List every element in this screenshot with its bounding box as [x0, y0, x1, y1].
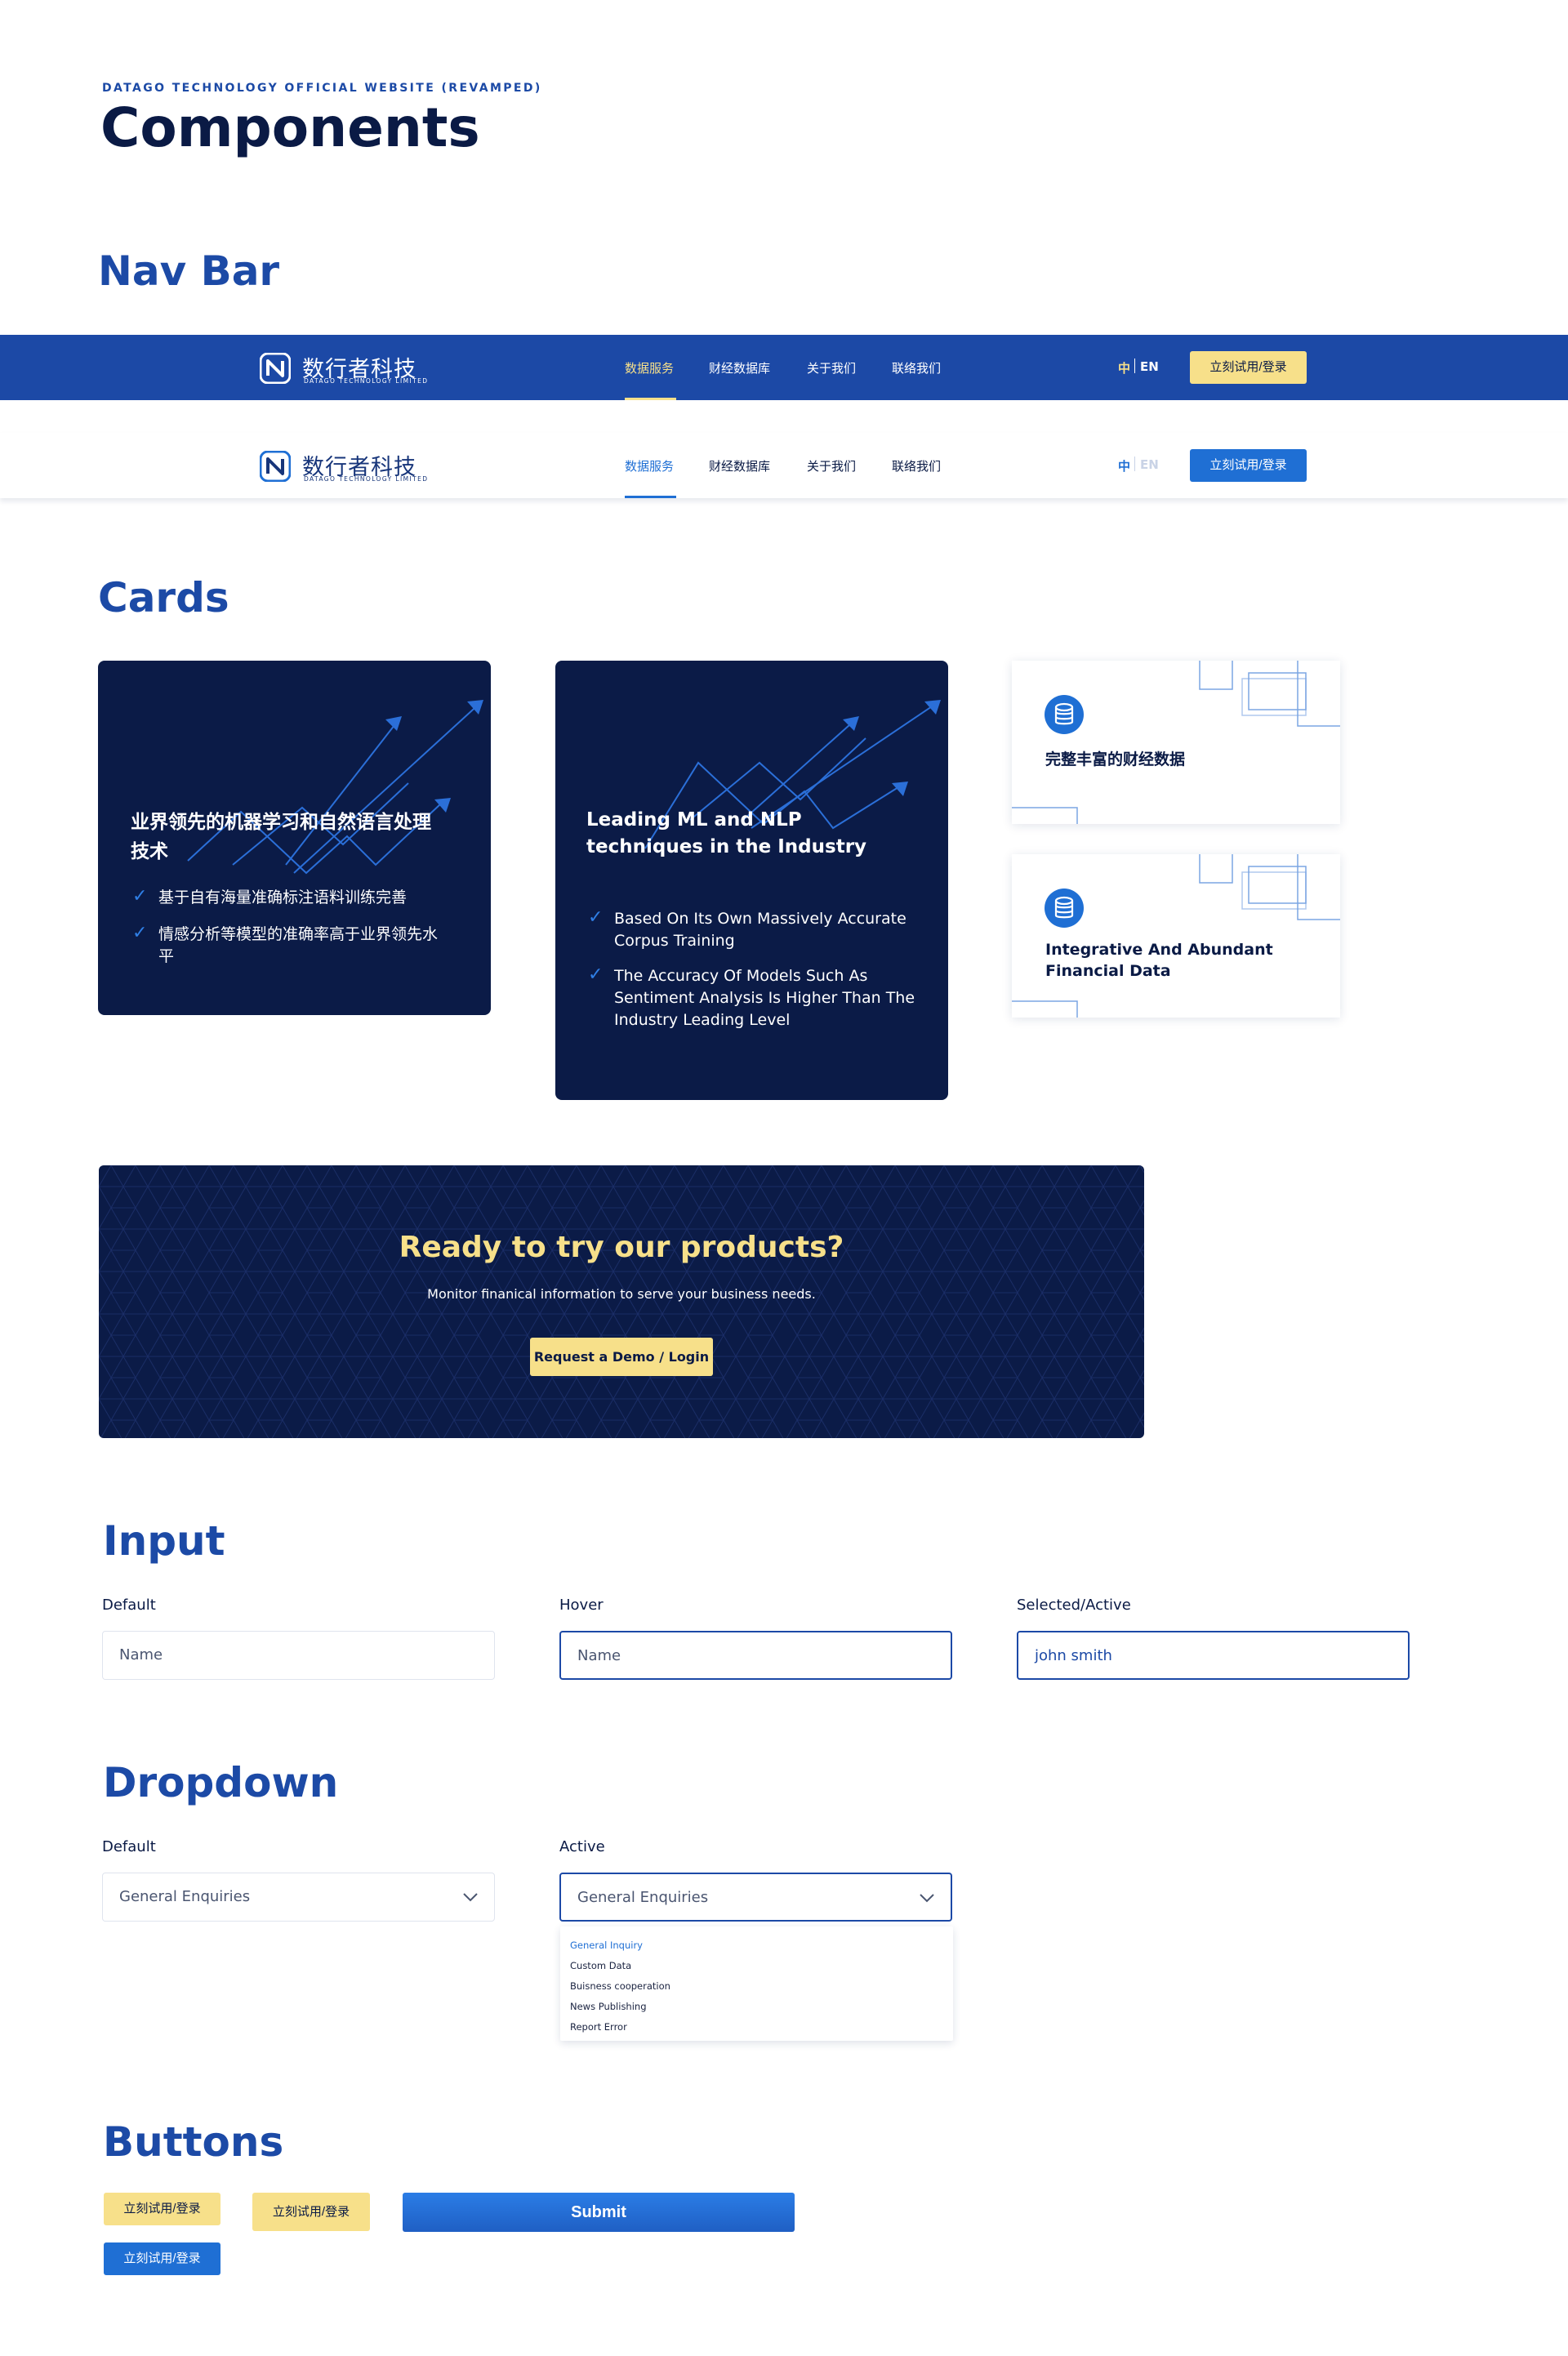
card-bullet-2-line2: Sentiment Analysis Is Higher Than The — [614, 989, 915, 1007]
database-icon — [1045, 889, 1084, 928]
lang-en[interactable]: EN — [1140, 359, 1159, 374]
nav-bar-dark: 数行者科技 DATAGO TECHNOLOGY LIMITED 数据服务 财经数… — [0, 335, 1568, 400]
section-title-dropdown: Dropdown — [103, 1759, 339, 1806]
circuit-lines-graphic — [1012, 661, 1340, 824]
lang-en[interactable]: EN — [1140, 457, 1159, 472]
page-eyebrow: DATAGO TECHNOLOGY OFFICIAL WEBSITE (REVA… — [102, 82, 542, 95]
cta-button-blue[interactable]: 立刻试用/登录 — [104, 2242, 220, 2275]
nav-item-data-services[interactable]: 数据服务 — [625, 457, 674, 474]
card-bullet-2-line3: Industry Leading Level — [614, 1011, 791, 1029]
logo-text-en: DATAGO TECHNOLOGY LIMITED — [304, 475, 429, 483]
logo-mark-icon — [260, 353, 291, 384]
check-icon: ✓ — [588, 964, 604, 985]
section-title-input: Input — [103, 1517, 225, 1565]
database-icon — [1045, 695, 1084, 734]
name-input-hover[interactable]: Name — [559, 1631, 952, 1680]
card-bullet-2-line2: 平 — [158, 947, 175, 965]
nav-item-contact-us[interactable]: 联络我们 — [892, 359, 941, 376]
banner-title: Ready to try our products? — [399, 1231, 844, 1264]
feature-card-dark-en: Leading ML and NLP techniques in the Ind… — [555, 661, 948, 1100]
logo[interactable]: 数行者科技 DATAGO TECHNOLOGY LIMITED — [260, 449, 448, 483]
nav-bar-light: 数行者科技 DATAGO TECHNOLOGY LIMITED 数据服务 财经数… — [0, 433, 1568, 498]
card-bullet-1-line1: Based On Its Own Massively Accurate — [614, 910, 906, 928]
enquiry-dropdown-default[interactable]: General Enquiries — [102, 1873, 495, 1922]
request-demo-button[interactable]: Request a Demo / Login — [530, 1338, 713, 1376]
cta-button-yellow-hover[interactable]: 立刻试用/登录 — [252, 2193, 370, 2231]
card-bullet-2-line1: 情感分析等模型的准确率高于业界领先水 — [158, 925, 439, 943]
feature-card-light-en: Integrative And Abundant Financial Data — [1012, 854, 1340, 1018]
feature-card-light-cn: 完整丰富的财经数据 — [1012, 661, 1340, 824]
input-hover-label: Hover — [559, 1597, 604, 1614]
card-title: 完整丰富的财经数据 — [1045, 750, 1186, 768]
nav-item-contact-us[interactable]: 联络我们 — [892, 457, 941, 474]
dropdown-active-label: Active — [559, 1838, 605, 1855]
cta-button-yellow[interactable]: 立刻试用/登录 — [104, 2193, 220, 2225]
nav-item-about-us[interactable]: 关于我们 — [807, 457, 856, 474]
dropdown-option-custom-data[interactable]: Custom Data — [570, 1960, 631, 1971]
dropdown-option-report-error[interactable]: Report Error — [570, 2021, 627, 2033]
nav-item-data-services[interactable]: 数据服务 — [625, 359, 674, 376]
input-active-label: Selected/Active — [1017, 1597, 1131, 1614]
cta-banner: Ready to try our products? Monitor finan… — [99, 1165, 1144, 1438]
page-title: Components — [100, 96, 480, 159]
name-input-default[interactable]: Name — [102, 1631, 495, 1680]
nav-item-financial-database[interactable]: 财经数据库 — [709, 457, 770, 474]
section-title-buttons: Buttons — [103, 2118, 284, 2166]
dropdown-option-general-inquiry[interactable]: General Inquiry — [570, 1940, 643, 1951]
chevron-down-icon — [920, 1894, 934, 1903]
feature-card-dark-cn: 业界领先的机器学习和自然语言处理 技术 ✓ 基于自有海量准确标注语料训练完善 ✓… — [98, 661, 491, 1015]
card-bullet-1: 基于自有海量准确标注语料训练完善 — [158, 889, 408, 906]
input-default-label: Default — [102, 1597, 156, 1614]
growth-arrows-graphic — [644, 700, 941, 849]
submit-button[interactable]: Submit — [403, 2193, 795, 2232]
lang-cn[interactable]: 中 — [1118, 359, 1130, 376]
nav-item-about-us[interactable]: 关于我们 — [807, 359, 856, 376]
logo-mark-icon — [260, 451, 291, 482]
nav-active-indicator — [625, 496, 676, 498]
section-title-cards: Cards — [98, 574, 229, 621]
card-title-line2: Financial Data — [1045, 962, 1171, 980]
chevron-down-icon — [463, 1893, 478, 1902]
check-icon: ✓ — [132, 923, 148, 943]
dropdown-selected-value: General Enquiries — [577, 1889, 709, 1906]
logo[interactable]: 数行者科技 DATAGO TECHNOLOGY LIMITED — [260, 351, 448, 385]
check-icon: ✓ — [132, 886, 148, 906]
nav-item-financial-database[interactable]: 财经数据库 — [709, 359, 770, 376]
card-bullet-2-line1: The Accuracy Of Models Such As — [614, 967, 868, 985]
card-title-line1: Integrative And Abundant — [1045, 941, 1273, 959]
name-input-active[interactable]: john smith — [1017, 1631, 1410, 1680]
section-title-nav-bar: Nav Bar — [98, 247, 280, 295]
card-title-line2: 技术 — [131, 841, 168, 862]
card-title-line2: techniques in the Industry — [586, 836, 867, 857]
dropdown-menu: General Inquiry Custom Data Buisness coo… — [560, 1926, 953, 2041]
lang-divider — [1134, 457, 1135, 471]
enquiry-dropdown-active[interactable]: General Enquiries — [559, 1873, 952, 1922]
check-icon: ✓ — [588, 907, 604, 928]
hex-pattern-background — [99, 1165, 1144, 1438]
card-bullet-1-line2: Corpus Training — [614, 932, 735, 950]
nav-cta-button[interactable]: 立刻试用/登录 — [1190, 449, 1307, 482]
dropdown-option-news-publishing[interactable]: News Publishing — [570, 2001, 647, 2012]
banner-subtitle: Monitor finanical information to serve y… — [427, 1286, 816, 1302]
dropdown-selected-value: General Enquiries — [119, 1888, 251, 1905]
logo-text-en: DATAGO TECHNOLOGY LIMITED — [304, 377, 429, 385]
card-title-line1: 业界领先的机器学习和自然语言处理 — [131, 812, 431, 833]
lang-cn[interactable]: 中 — [1118, 457, 1130, 474]
nav-cta-button[interactable]: 立刻试用/登录 — [1190, 351, 1307, 384]
circuit-lines-graphic — [1012, 854, 1340, 1018]
dropdown-default-label: Default — [102, 1838, 156, 1855]
lang-divider — [1134, 359, 1135, 373]
card-title-line1: Leading ML and NLP — [586, 809, 802, 831]
nav-active-indicator — [625, 398, 676, 400]
dropdown-option-business-cooperation[interactable]: Buisness cooperation — [570, 1980, 670, 1992]
